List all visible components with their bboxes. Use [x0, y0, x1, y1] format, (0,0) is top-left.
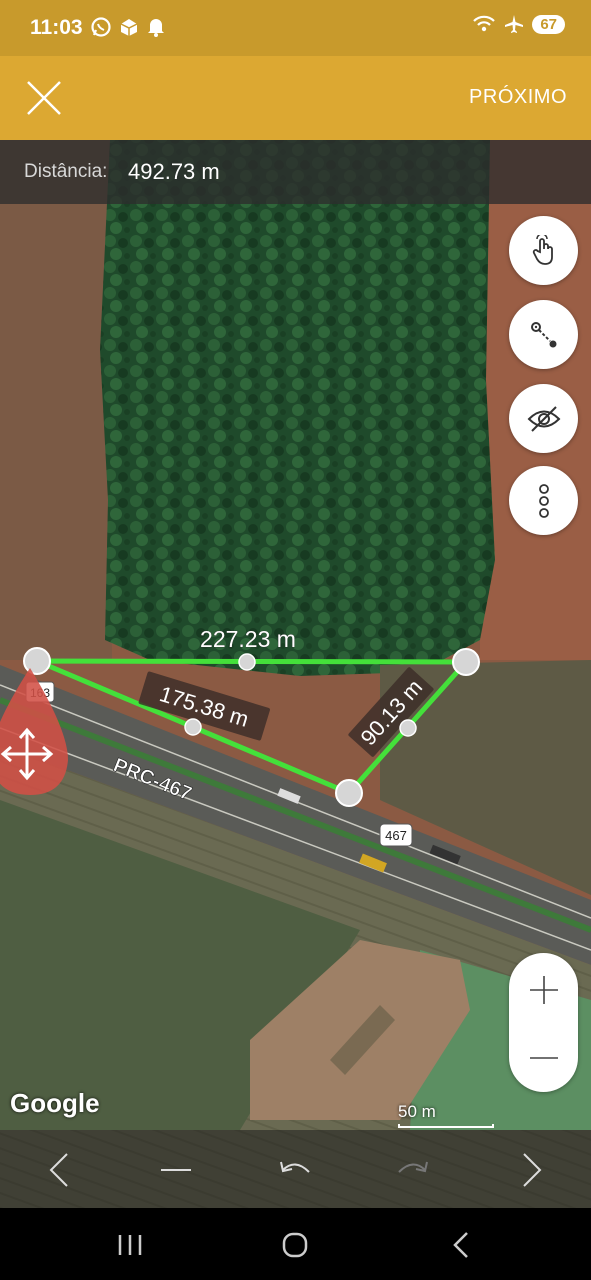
- back-icon: [453, 1232, 468, 1258]
- vertex-marker[interactable]: [23, 647, 51, 675]
- forest-area: [100, 140, 495, 676]
- hand-pointer-icon: [532, 234, 553, 265]
- minus-icon: [529, 1056, 558, 1059]
- recent-apps-button[interactable]: [100, 1220, 160, 1270]
- zoom-out-button[interactable]: [509, 1023, 578, 1092]
- system-icons: 67: [472, 14, 565, 34]
- map-scale: 50 m: [398, 1102, 494, 1128]
- bell-icon: [148, 19, 164, 37]
- next-button[interactable]: PRÓXIMO: [469, 86, 567, 109]
- midpoint-marker[interactable]: [238, 653, 256, 671]
- route-shield-467: 467: [379, 823, 413, 847]
- plus-icon: [529, 975, 558, 1004]
- notification-icons: [90, 16, 166, 38]
- back-button[interactable]: [431, 1220, 491, 1270]
- next-point-button[interactable]: [504, 1142, 560, 1198]
- battery-indicator: 67: [532, 14, 565, 34]
- more-options-button[interactable]: [509, 466, 578, 535]
- midpoint-marker[interactable]: [184, 718, 202, 736]
- whatsapp-icon: [91, 17, 111, 37]
- package-icon: [120, 19, 138, 36]
- segment-label-top: 227.23 m: [200, 626, 296, 653]
- distance-bar: Distância: 492.73 m: [0, 140, 591, 204]
- system-nav-bar: [0, 1208, 591, 1280]
- recents-icon: [118, 1235, 142, 1255]
- wifi-icon: [473, 15, 496, 32]
- redo-icon: [398, 1161, 428, 1173]
- status-time: 11:03: [30, 16, 83, 39]
- scale-bar: [398, 1124, 494, 1128]
- home-icon: [282, 1232, 308, 1258]
- midpoint-marker[interactable]: [399, 719, 417, 737]
- left-field: [0, 140, 112, 660]
- close-button[interactable]: [24, 80, 64, 116]
- visibility-toggle-button[interactable]: [509, 384, 578, 453]
- distance-value: 492.73 m: [128, 159, 220, 184]
- eye-off-icon: [527, 405, 560, 432]
- svg-text:467: 467: [385, 828, 407, 843]
- status-bar: 11:03 67: [0, 0, 591, 56]
- previous-point-button[interactable]: [31, 1142, 87, 1198]
- airplane-icon: [505, 15, 524, 33]
- redo-button[interactable]: [385, 1142, 441, 1198]
- close-icon: [27, 81, 61, 115]
- touch-mode-button[interactable]: [509, 216, 578, 285]
- google-logo: Google: [10, 1088, 100, 1118]
- map-canvas: PRC-467 163 467 227.23 m 175.38 m 90.13 …: [0, 140, 591, 1208]
- distance-label: Distância:: [24, 161, 108, 182]
- bottom-toolbar: [0, 1130, 591, 1208]
- point-tool-button[interactable]: [509, 300, 578, 369]
- more-vertical-icon: [538, 483, 549, 518]
- app-bar: PRÓXIMO: [0, 56, 591, 140]
- minus-icon: [161, 1169, 191, 1171]
- undo-icon: [280, 1161, 310, 1173]
- vertex-marker[interactable]: [335, 779, 363, 807]
- svg-text:227.23 m: 227.23 m: [200, 626, 296, 652]
- satellite-map[interactable]: PRC-467 163 467 227.23 m 175.38 m 90.13 …: [0, 140, 591, 1208]
- chevron-left-icon: [49, 1153, 68, 1187]
- vertex-marker[interactable]: [452, 648, 480, 676]
- remove-point-button[interactable]: [148, 1142, 204, 1198]
- zoom-controls: [509, 953, 578, 1092]
- zoom-in-button[interactable]: [509, 955, 578, 1024]
- move-point-icon: [530, 321, 556, 347]
- scale-label: 50 m: [398, 1102, 436, 1121]
- home-button[interactable]: [265, 1220, 325, 1270]
- chevron-right-icon: [523, 1153, 542, 1187]
- undo-button[interactable]: [267, 1142, 323, 1198]
